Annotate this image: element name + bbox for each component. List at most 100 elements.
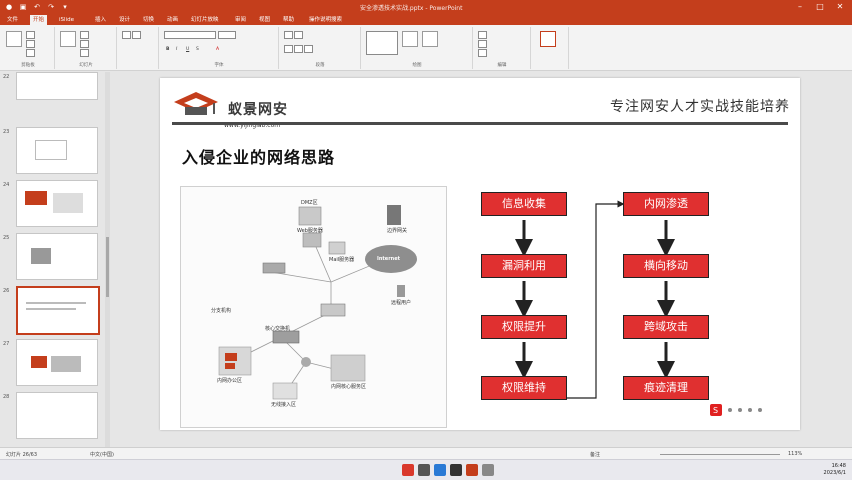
thumb-number: 23 — [3, 129, 10, 135]
dictate-button[interactable] — [540, 31, 556, 47]
thumb-number: 27 — [3, 341, 10, 347]
step-lateral-movement[interactable]: 横向移动 — [623, 254, 709, 278]
tell-me-search[interactable]: 操作说明搜索 — [306, 15, 345, 25]
slide-title[interactable]: 入侵企业的网络思路 — [182, 144, 335, 168]
shapes-gallery[interactable] — [366, 31, 398, 55]
app-icon[interactable] — [482, 464, 494, 476]
replace-icon[interactable] — [478, 40, 487, 48]
close-icon[interactable]: ✕ — [830, 0, 850, 14]
group-clipboard: 剪贴板 — [2, 27, 55, 69]
thumbnail-scrollbar[interactable] — [105, 72, 110, 447]
tab-insert[interactable]: 插入 — [92, 15, 109, 25]
italic-icon[interactable]: I — [176, 47, 177, 52]
zoom-slider[interactable] — [660, 454, 780, 455]
font-color-icon[interactable]: A — [216, 47, 219, 52]
slide-thumbnail[interactable] — [16, 127, 98, 174]
tab-transitions[interactable]: 切换 — [140, 15, 157, 25]
islide-tool-icon[interactable] — [132, 31, 141, 39]
new-slide-button[interactable] — [60, 31, 76, 47]
step-intranet-pentest[interactable]: 内网渗透 — [623, 192, 709, 216]
step-trace-cleanup[interactable]: 痕迹清理 — [623, 376, 709, 400]
thumb-number: 25 — [3, 235, 10, 241]
ribbon-tabs: 文件 开始 iSlide 插入 设计 切换 动画 幻灯片放映 审阅 视图 帮助 … — [0, 14, 852, 25]
app-icon[interactable] — [450, 464, 462, 476]
layout-icon[interactable] — [80, 31, 89, 39]
tab-review[interactable]: 审阅 — [232, 15, 249, 25]
find-icon[interactable] — [478, 31, 487, 39]
align-right-icon[interactable] — [304, 45, 313, 53]
slogan: 专注网安人才实战技能培养 — [610, 99, 790, 115]
slide-canvas[interactable]: 蚁景网安 www.yijinglab.com 专注网安人才实战技能培养 入侵企业… — [160, 78, 800, 430]
section-icon[interactable] — [80, 49, 89, 57]
slide-thumbnail-selected[interactable] — [16, 286, 100, 335]
copy-icon[interactable] — [26, 40, 35, 48]
notes-button[interactable]: 备注 — [590, 451, 600, 458]
tab-file[interactable]: 文件 — [4, 15, 21, 25]
autosave-icon[interactable]: ● — [4, 3, 14, 11]
underline-icon[interactable]: U — [186, 47, 189, 52]
quick-styles-button[interactable] — [422, 31, 438, 47]
step-vuln-exploit[interactable]: 漏洞利用 — [481, 254, 567, 278]
svg-text:S: S — [713, 406, 718, 415]
step-persistence[interactable]: 权限维持 — [481, 376, 567, 400]
internet-label: Internet — [377, 256, 401, 262]
step-cross-domain[interactable]: 跨域攻击 — [623, 315, 709, 339]
floating-toolbar[interactable]: S — [710, 401, 770, 420]
bold-icon[interactable]: B — [166, 47, 169, 52]
system-clock[interactable]: 16:48 2023/6/1 — [824, 463, 846, 477]
tab-view[interactable]: 视图 — [256, 15, 273, 25]
minimize-icon[interactable]: – — [790, 0, 810, 14]
status-bar: 幻灯片 26/63 中文(中国) 备注 113% — [0, 447, 852, 459]
font-family-select[interactable] — [164, 31, 216, 39]
mortarboard-logo-icon — [174, 92, 218, 115]
group-islide-plus — [118, 27, 159, 69]
brand-logo: 蚁景网安 www.yijinglab.com — [172, 88, 312, 129]
arrange-button[interactable] — [402, 31, 418, 47]
customize-quick-access-icon[interactable]: ▾ — [60, 3, 70, 11]
app-icon[interactable] — [402, 464, 414, 476]
tab-slideshow[interactable]: 幻灯片放映 — [188, 15, 222, 25]
reset-icon[interactable] — [80, 40, 89, 48]
group-editing: 编辑 — [474, 27, 531, 69]
tab-animations[interactable]: 动画 — [164, 15, 181, 25]
redo-icon[interactable]: ↷ — [46, 3, 56, 11]
align-center-icon[interactable] — [294, 45, 303, 53]
step-priv-escalation[interactable]: 权限提升 — [481, 315, 567, 339]
powerpoint-icon[interactable] — [466, 464, 478, 476]
zoom-level[interactable]: 113% — [788, 451, 802, 457]
paste-button[interactable] — [6, 31, 22, 47]
app-icon[interactable] — [434, 464, 446, 476]
language-indicator[interactable]: 中文(中国) — [90, 451, 114, 458]
select-icon[interactable] — [478, 49, 487, 57]
cut-icon[interactable] — [26, 31, 35, 39]
tab-help[interactable]: 帮助 — [280, 15, 297, 25]
format-painter-icon[interactable] — [26, 49, 35, 57]
taskbar: 16:48 2023/6/1 — [0, 459, 852, 480]
undo-icon[interactable]: ↶ — [32, 3, 42, 11]
network-topology-diagram[interactable]: DMZ区 Web服务器 Mail服务器 Internet 边界网关 远程用户 分… — [180, 186, 447, 428]
app-icon[interactable] — [418, 464, 430, 476]
numbering-icon[interactable] — [294, 31, 303, 39]
font-size-select[interactable] — [218, 31, 236, 39]
group-label: 剪贴板 — [21, 63, 35, 68]
save-icon[interactable]: ▣ — [18, 3, 28, 11]
tab-home[interactable]: 开始 — [30, 15, 48, 25]
slide-thumbnail[interactable] — [16, 180, 98, 227]
header-divider — [172, 122, 788, 125]
branch-label: 分支机构 — [211, 308, 232, 314]
maximize-icon[interactable]: □ — [810, 0, 830, 14]
gateway-label: 边界网关 — [387, 228, 408, 234]
step-info-gathering[interactable]: 信息收集 — [481, 192, 567, 216]
bullets-icon[interactable] — [284, 31, 293, 39]
slide-thumbnail[interactable] — [16, 72, 98, 100]
thumb-number: 28 — [3, 394, 10, 400]
islide-icon[interactable] — [122, 31, 131, 39]
tab-design[interactable]: 设计 — [116, 15, 133, 25]
slide-thumbnail[interactable] — [16, 233, 98, 280]
strikethrough-icon[interactable]: S — [196, 47, 199, 52]
mail-server-label: Mail服务器 — [329, 257, 355, 263]
align-left-icon[interactable] — [284, 45, 293, 53]
slide-thumbnail[interactable] — [16, 339, 98, 386]
tab-islide[interactable]: iSlide — [56, 15, 77, 25]
slide-thumbnail[interactable] — [16, 392, 98, 439]
